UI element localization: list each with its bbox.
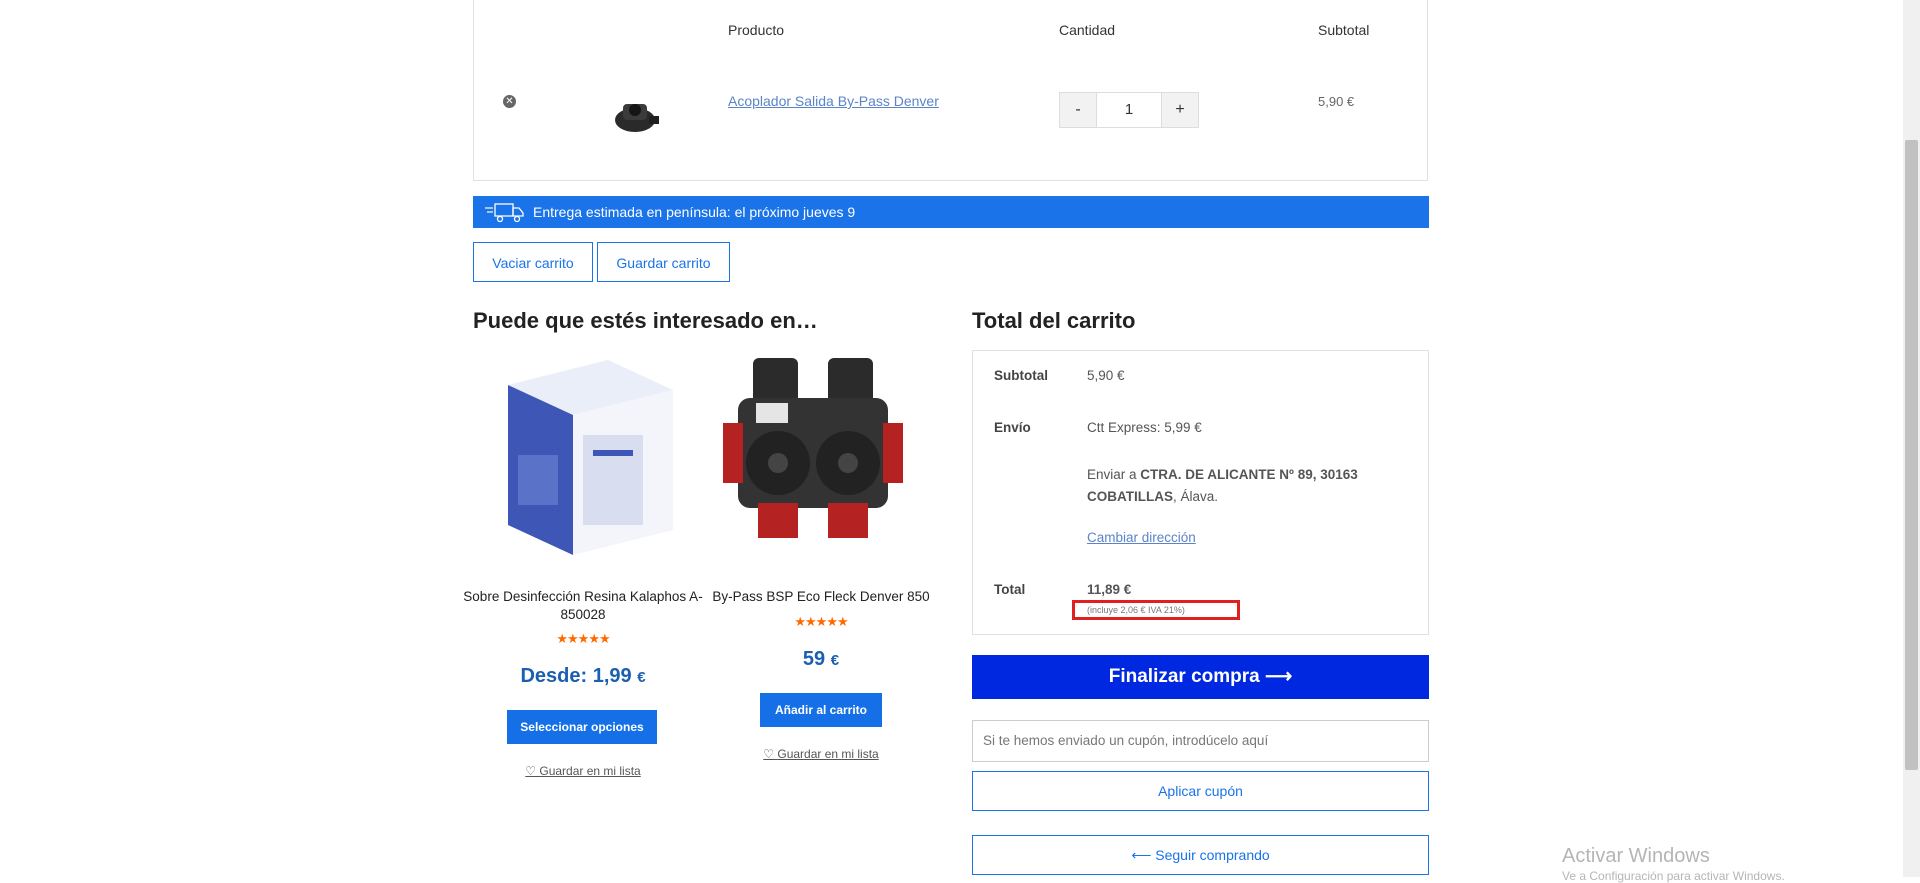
truck-icon (485, 203, 524, 223)
windows-activation-title: Activar Windows (1562, 845, 1710, 867)
scrollbar-thumb[interactable] (1905, 140, 1918, 770)
price-prefix: Desde: (520, 665, 593, 687)
save-cart-button[interactable]: Guardar carrito (597, 242, 730, 282)
totals-title: Total del carrito (972, 308, 1136, 333)
shipping-label: Envío (994, 420, 1031, 435)
select-options-button[interactable]: Seleccionar opciones (507, 710, 657, 744)
ship-to-address: CTRA. DE ALICANTE Nº 89, 30163 (1140, 467, 1358, 482)
recommendation-name-1[interactable]: Sobre Desinfección Resina Kalaphos A-850… (463, 588, 703, 624)
coupon-input[interactable]: Si te hemos enviado un cupón, introdúcel… (972, 720, 1429, 762)
rating-stars-1: ★★★★★ (556, 631, 610, 646)
total-value: 11,89 € (1087, 582, 1132, 597)
continue-shopping-button[interactable]: ⟵ Seguir comprando (972, 835, 1429, 875)
header-subtotal: Subtotal (1318, 22, 1370, 38)
line-subtotal: 5,90 € (1318, 94, 1355, 109)
product-thumbnail[interactable] (605, 90, 665, 140)
product-link[interactable]: Acoplador Salida By-Pass Denver (728, 93, 939, 109)
recommendation-price-2: 59 € (701, 648, 941, 671)
price-amount: 1,99 (592, 665, 632, 687)
price-amount: 59 (802, 648, 826, 670)
heart-icon: ♡ (763, 747, 775, 761)
wishlist-label: Guardar en mi lista (539, 764, 641, 778)
heart-icon: ♡ (525, 764, 537, 778)
recommendation-image-2[interactable] (718, 353, 908, 558)
quantity-input[interactable]: 1 (1096, 93, 1162, 127)
remove-item-icon[interactable]: ✕ (503, 95, 516, 108)
quantity-increase-button[interactable]: + (1162, 93, 1198, 127)
price-currency: € (637, 669, 646, 686)
ship-to-city: COBATILLAS (1087, 489, 1173, 504)
checkout-button[interactable]: Finalizar compra ⟶ (972, 655, 1429, 699)
shipping-address: Enviar a CTRA. DE ALICANTE Nº 89, 30163 C… (1087, 464, 1377, 508)
quantity-decrease-button[interactable]: - (1060, 93, 1096, 127)
apply-coupon-button[interactable]: Aplicar cupón (972, 771, 1429, 811)
wishlist-link-1[interactable]: ♡ Guardar en mi lista (463, 764, 703, 778)
delivery-banner: Entrega estimada en península: el próxim… (473, 196, 1429, 228)
checkout-label: Finalizar compra (1108, 666, 1260, 687)
quantity-stepper: - 1 + (1059, 92, 1199, 128)
arrow-right-icon: ⟶ (1265, 666, 1293, 687)
header-product: Producto (728, 22, 785, 38)
header-quantity: Cantidad (1059, 22, 1116, 38)
windows-activation-subtitle: Ve a Configuración para activar Windows. (1562, 869, 1785, 883)
rating-stars-2: ★★★★★ (794, 614, 848, 629)
change-address-link[interactable]: Cambiar dirección (1087, 530, 1196, 545)
wishlist-link-2[interactable]: ♡ Guardar en mi lista (701, 747, 941, 761)
recommendation-image-1[interactable] (488, 355, 678, 560)
ship-to-region: , Álava. (1173, 489, 1219, 504)
subtotal-value: 5,90 € (1087, 368, 1125, 383)
recommendations-title: Puede que estés interesado en… (473, 308, 818, 333)
shipping-method: Ctt Express: 5,99 € (1087, 420, 1202, 435)
recommendation-name-2[interactable]: By-Pass BSP Eco Fleck Denver 850 (701, 588, 941, 606)
total-label: Total (994, 582, 1026, 597)
wishlist-label: Guardar en mi lista (777, 747, 879, 761)
recommendation-price-1: Desde: 1,99 € (463, 665, 703, 688)
empty-cart-button[interactable]: Vaciar carrito (473, 242, 593, 282)
subtotal-label: Subtotal (994, 368, 1048, 383)
tax-note-highlight: (incluye 2,06 € IVA 21%) (1072, 600, 1240, 620)
ship-to-prefix: Enviar a (1087, 467, 1141, 482)
add-to-cart-button[interactable]: Añadir al carrito (760, 693, 882, 727)
delivery-text: Entrega estimada en península: el próxim… (533, 204, 856, 220)
price-currency: € (830, 652, 840, 669)
